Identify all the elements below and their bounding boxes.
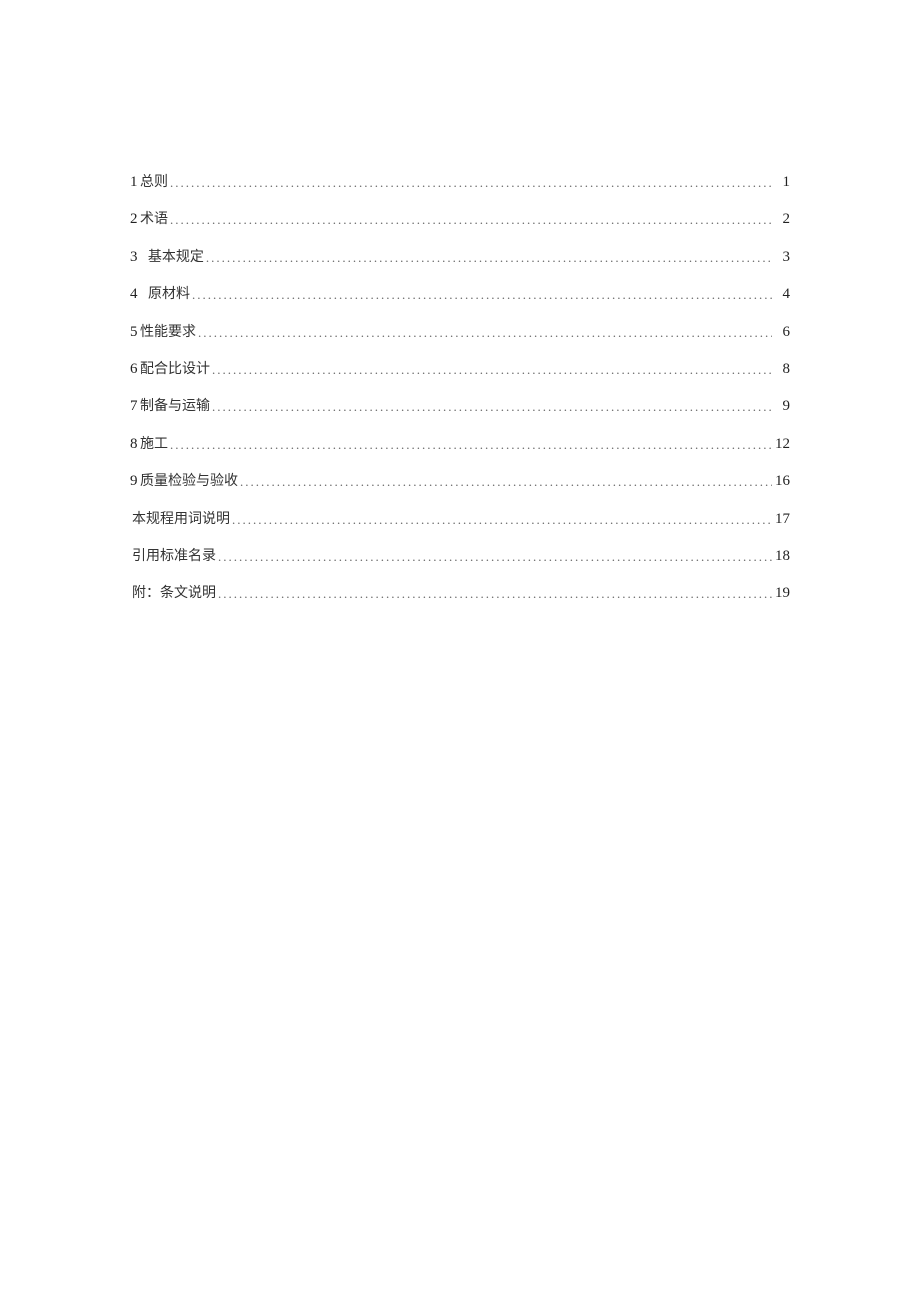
toc-leader-dots (210, 360, 772, 381)
toc-leader-dots (210, 397, 772, 418)
toc-entry-title: 性能要求 (140, 322, 196, 344)
toc-entry-number: 8 (130, 432, 138, 456)
toc-entry-number: 7 (130, 394, 138, 418)
toc-entry[interactable]: 3 基本规定 3 (130, 245, 790, 269)
toc-leader-dots (168, 435, 772, 456)
toc-entry-page: 18 (772, 544, 790, 568)
toc-entry-number: 1 (130, 170, 138, 194)
toc-leader-dots (216, 584, 772, 605)
toc-entry-number: 4 (130, 282, 138, 306)
toc-entry-title: 基本规定 (148, 247, 204, 269)
toc-entry-page: 19 (772, 581, 790, 605)
toc-entry-title: 原材料 (148, 284, 190, 306)
toc-entry-page: 12 (772, 432, 790, 456)
toc-entry[interactable]: 4 原材料 4 (130, 282, 790, 306)
toc-entry-number: 5 (130, 320, 138, 344)
toc-entry-title: 本规程用词说明 (132, 509, 230, 531)
toc-entry-page: 17 (772, 507, 790, 531)
toc-entry-page: 4 (772, 282, 790, 306)
table-of-contents: 1 总则 12 术语 23基本规定 34原材料 45 性能要求 66 配合比设计… (130, 170, 790, 606)
toc-entry[interactable]: 附：条文说明 19 (130, 581, 790, 605)
toc-entry-page: 1 (772, 170, 790, 194)
toc-entry[interactable]: 1 总则 1 (130, 170, 790, 194)
toc-leader-dots (196, 323, 772, 344)
toc-entry-title: 总则 (140, 172, 168, 194)
toc-entry-number: 9 (130, 469, 138, 493)
toc-leader-dots (216, 547, 772, 568)
toc-entry-title: 施工 (140, 434, 168, 456)
toc-leader-dots (190, 285, 772, 306)
toc-entry-title: 制备与运输 (140, 396, 210, 418)
toc-entry-page: 2 (772, 207, 790, 231)
toc-entry-page: 3 (772, 245, 790, 269)
toc-entry-title: 引用标准名录 (132, 546, 216, 568)
toc-entry-page: 9 (772, 394, 790, 418)
toc-entry-title: 附：条文说明 (132, 583, 216, 605)
toc-leader-dots (204, 248, 772, 269)
toc-entry[interactable]: 8 施工 12 (130, 432, 790, 456)
toc-leader-dots (230, 510, 772, 531)
toc-entry[interactable]: 本规程用词说明 17 (130, 507, 790, 531)
toc-entry-page: 8 (772, 357, 790, 381)
toc-entry[interactable]: 6 配合比设计 8 (130, 357, 790, 381)
toc-leader-dots (168, 173, 772, 194)
toc-entry-title: 配合比设计 (140, 359, 210, 381)
toc-entry-number: 6 (130, 357, 138, 381)
toc-leader-dots (238, 472, 772, 493)
toc-leader-dots (168, 210, 772, 231)
toc-entry[interactable]: 7 制备与运输 9 (130, 394, 790, 418)
toc-entry-page: 16 (772, 469, 790, 493)
toc-entry[interactable]: 2 术语 2 (130, 207, 790, 231)
toc-entry-title: 质量检验与验收 (140, 471, 238, 493)
toc-entry-number: 3 (130, 245, 138, 269)
toc-entry-number: 2 (130, 207, 138, 231)
toc-entry[interactable]: 引用标准名录 18 (130, 544, 790, 568)
toc-entry-page: 6 (772, 320, 790, 344)
toc-entry-title: 术语 (140, 209, 168, 231)
toc-entry[interactable]: 9 质量检验与验收 16 (130, 469, 790, 493)
toc-entry[interactable]: 5 性能要求 6 (130, 320, 790, 344)
